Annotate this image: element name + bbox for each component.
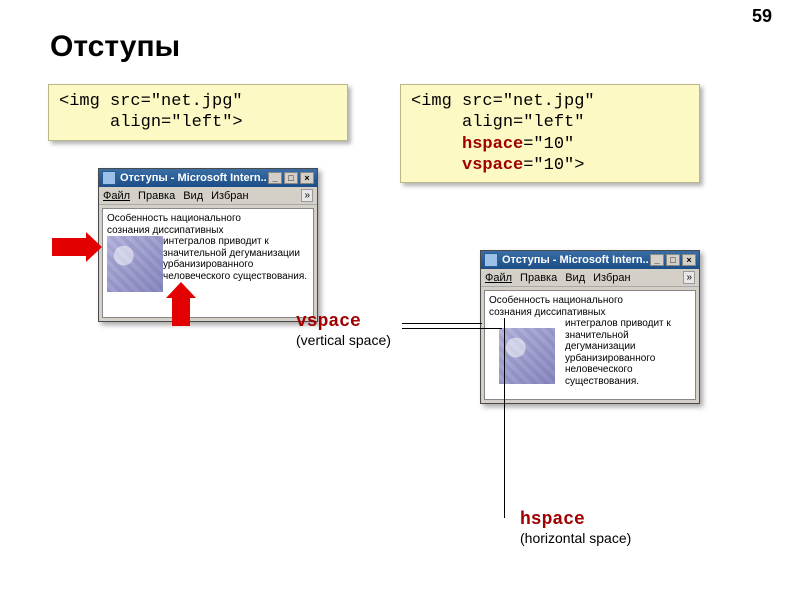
code-line: <img src="net.jpg" — [411, 92, 595, 111]
callout-line — [504, 318, 505, 518]
menubar: Файл Правка Вид Избран » — [481, 269, 699, 287]
minimize-button[interactable]: _ — [650, 254, 664, 266]
arrow-hspace-indicator — [52, 238, 88, 256]
close-button[interactable]: × — [682, 254, 696, 266]
label-vspace: vspace (vertical space) — [296, 312, 391, 348]
window-title: Отступы - Microsoft Intern... — [502, 254, 648, 266]
code-line: align="left" — [411, 113, 584, 132]
menubar: Файл Правка Вид Избран » — [99, 187, 317, 205]
label-vspace-text: vspace — [296, 312, 391, 332]
menu-overflow[interactable]: » — [301, 189, 313, 202]
arrow-vspace-indicator — [172, 296, 190, 326]
menu-view[interactable]: Вид — [565, 272, 585, 284]
minimize-button[interactable]: _ — [268, 172, 282, 184]
keyword-hspace: hspace — [462, 135, 523, 154]
menu-file[interactable]: Файл — [485, 272, 512, 284]
ie-icon — [484, 253, 498, 267]
titlebar: Отступы - Microsoft Intern... _ □ × — [481, 251, 699, 269]
page-content: Особенность национального сознания дисси… — [484, 290, 696, 400]
callout-line — [402, 328, 502, 329]
titlebar: Отступы - Microsoft Intern... _ □ × — [99, 169, 317, 187]
code-example-left: <img src="net.jpg" align="left"> — [48, 84, 348, 141]
browser-window-left: Отступы - Microsoft Intern... _ □ × Файл… — [98, 168, 318, 322]
label-vspace-sub: (vertical space) — [296, 332, 391, 348]
label-hspace: hspace (horizontal space) — [520, 510, 631, 546]
menu-overflow[interactable]: » — [683, 271, 695, 284]
label-hspace-text: hspace — [520, 510, 631, 530]
code-line: vspace="10"> — [411, 156, 584, 175]
text-line: Особенность национального — [489, 295, 623, 306]
callout-line — [402, 323, 482, 324]
text-block: интегралов приводит к значительной дегум… — [565, 318, 671, 387]
image-placeholder — [107, 236, 163, 292]
code-example-right: <img src="net.jpg" align="left" hspace="… — [400, 84, 700, 183]
menu-edit[interactable]: Правка — [520, 272, 557, 284]
page-number: 59 — [752, 6, 772, 27]
text-line: сознания диссипативных — [489, 307, 605, 318]
browser-window-right: Отступы - Microsoft Intern... _ □ × Файл… — [480, 250, 700, 404]
image-placeholder — [499, 328, 555, 384]
ie-icon — [102, 171, 116, 185]
text-line: Особенность национального — [107, 213, 241, 224]
maximize-button[interactable]: □ — [666, 254, 680, 266]
menu-edit[interactable]: Правка — [138, 190, 175, 202]
code-line: align="left"> — [59, 113, 243, 132]
text-block: интегралов приводит к значительной дегум… — [163, 236, 307, 282]
page-title: Отступы — [50, 30, 180, 64]
code-line: hspace="10" — [411, 135, 574, 154]
page-content: Особенность национального сознания дисси… — [102, 208, 314, 318]
label-hspace-sub: (horizontal space) — [520, 530, 631, 546]
menu-favorites[interactable]: Избран — [211, 190, 248, 202]
window-title: Отступы - Microsoft Intern... — [120, 172, 266, 184]
close-button[interactable]: × — [300, 172, 314, 184]
keyword-vspace: vspace — [462, 156, 523, 175]
text-line: сознания диссипативных — [107, 225, 223, 236]
menu-favorites[interactable]: Избран — [593, 272, 630, 284]
maximize-button[interactable]: □ — [284, 172, 298, 184]
menu-file[interactable]: Файл — [103, 190, 130, 202]
menu-view[interactable]: Вид — [183, 190, 203, 202]
code-line: <img src="net.jpg" — [59, 92, 243, 111]
